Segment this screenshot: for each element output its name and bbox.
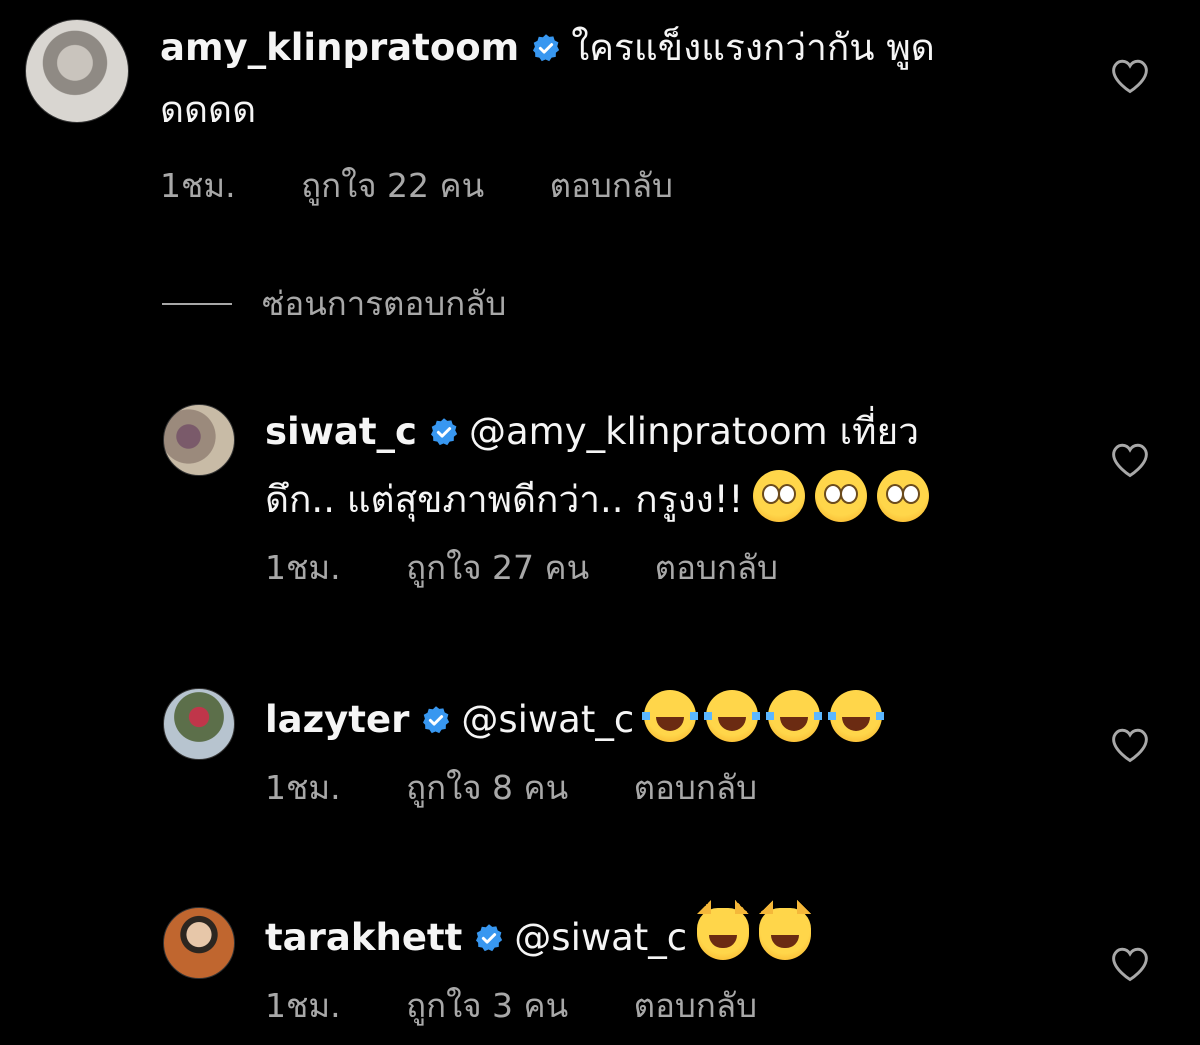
comment-line: amy_klinpratoom ใครแข็งแรงกว่ากัน พูด xyxy=(160,26,935,70)
comment-text-line2: ดึก.. แต่สุขภาพดีกว่า.. กรูงง!! xyxy=(265,478,744,521)
rolling-eyes-emoji-icon xyxy=(877,470,930,522)
username[interactable]: lazyter xyxy=(265,698,409,741)
comment-meta: 1ชม. ถูกใจ 27 คน ตอบกลับ xyxy=(265,548,778,588)
tears-of-joy-emoji-icon xyxy=(766,690,823,742)
comment-text: ใครแข็งแรงกว่ากัน พูด xyxy=(571,26,935,69)
hide-replies-button[interactable]: ซ่อนการตอบกลับ xyxy=(162,284,506,324)
avatar[interactable] xyxy=(163,907,235,979)
hide-replies-label: ซ่อนการตอบกลับ xyxy=(262,284,507,323)
comment-meta: 1ชม. ถูกใจ 8 คน ตอบกลับ xyxy=(265,768,757,808)
comment-text: @siwat_c xyxy=(461,698,635,741)
comment-line: lazyter @siwat_c xyxy=(265,690,885,742)
comment-time: 1ชม. xyxy=(265,548,341,587)
comment-line: tarakhett @siwat_c xyxy=(265,900,812,960)
avatar[interactable] xyxy=(163,688,235,760)
comment-text-line2: ดดดด xyxy=(160,88,257,131)
comment-meta: 1ชม. ถูกใจ 22 คน ตอบกลับ xyxy=(160,166,673,206)
verified-badge-icon xyxy=(429,417,459,447)
comment-text: @siwat_c xyxy=(514,916,688,959)
heart-icon[interactable] xyxy=(1110,58,1150,94)
verified-badge-icon xyxy=(474,923,504,953)
tears-of-joy-emoji-icon xyxy=(642,690,699,742)
heart-icon[interactable] xyxy=(1110,727,1150,763)
rolling-eyes-emoji-icon xyxy=(753,470,806,522)
comment-line: siwat_c @amy_klinpratoom เที่ยว xyxy=(265,410,919,454)
avatar[interactable] xyxy=(163,404,235,476)
tears-of-joy-emoji-icon xyxy=(828,690,885,742)
verified-badge-icon xyxy=(421,705,451,735)
heart-icon[interactable] xyxy=(1110,946,1150,982)
avatar[interactable] xyxy=(25,19,129,123)
username[interactable]: amy_klinpratoom xyxy=(160,26,519,69)
username[interactable]: tarakhett xyxy=(265,916,462,959)
rolling-eyes-emoji-icon xyxy=(815,470,868,522)
reply-button[interactable]: ตอบกลับ xyxy=(655,548,778,588)
username[interactable]: siwat_c xyxy=(265,410,417,453)
heart-icon[interactable] xyxy=(1110,442,1150,478)
comment-text-continued: ดึก.. แต่สุขภาพดีกว่า.. กรูงง!! xyxy=(265,470,930,522)
comment-text: @amy_klinpratoom เที่ยว xyxy=(468,410,919,453)
cat-tears-of-joy-emoji-icon xyxy=(759,900,812,960)
comment-time: 1ชม. xyxy=(265,768,341,807)
reply-button[interactable]: ตอบกลับ xyxy=(550,166,673,206)
reply-button[interactable]: ตอบกลับ xyxy=(634,768,757,808)
reply-button[interactable]: ตอบกลับ xyxy=(634,986,757,1026)
like-count[interactable]: ถูกใจ 27 คน xyxy=(406,548,589,588)
like-count[interactable]: ถูกใจ 22 คน xyxy=(301,166,484,206)
comment-time: 1ชม. xyxy=(160,166,236,205)
verified-badge-icon xyxy=(531,33,561,63)
cat-tears-of-joy-emoji-icon xyxy=(697,900,750,960)
tears-of-joy-emoji-icon xyxy=(704,690,761,742)
divider xyxy=(162,303,232,305)
comment-text-continued: ดดดด xyxy=(160,88,256,132)
like-count[interactable]: ถูกใจ 8 คน xyxy=(406,768,568,808)
like-count[interactable]: ถูกใจ 3 คน xyxy=(406,986,568,1026)
comment-meta: 1ชม. ถูกใจ 3 คน ตอบกลับ xyxy=(265,986,757,1026)
comment-time: 1ชม. xyxy=(265,986,341,1025)
